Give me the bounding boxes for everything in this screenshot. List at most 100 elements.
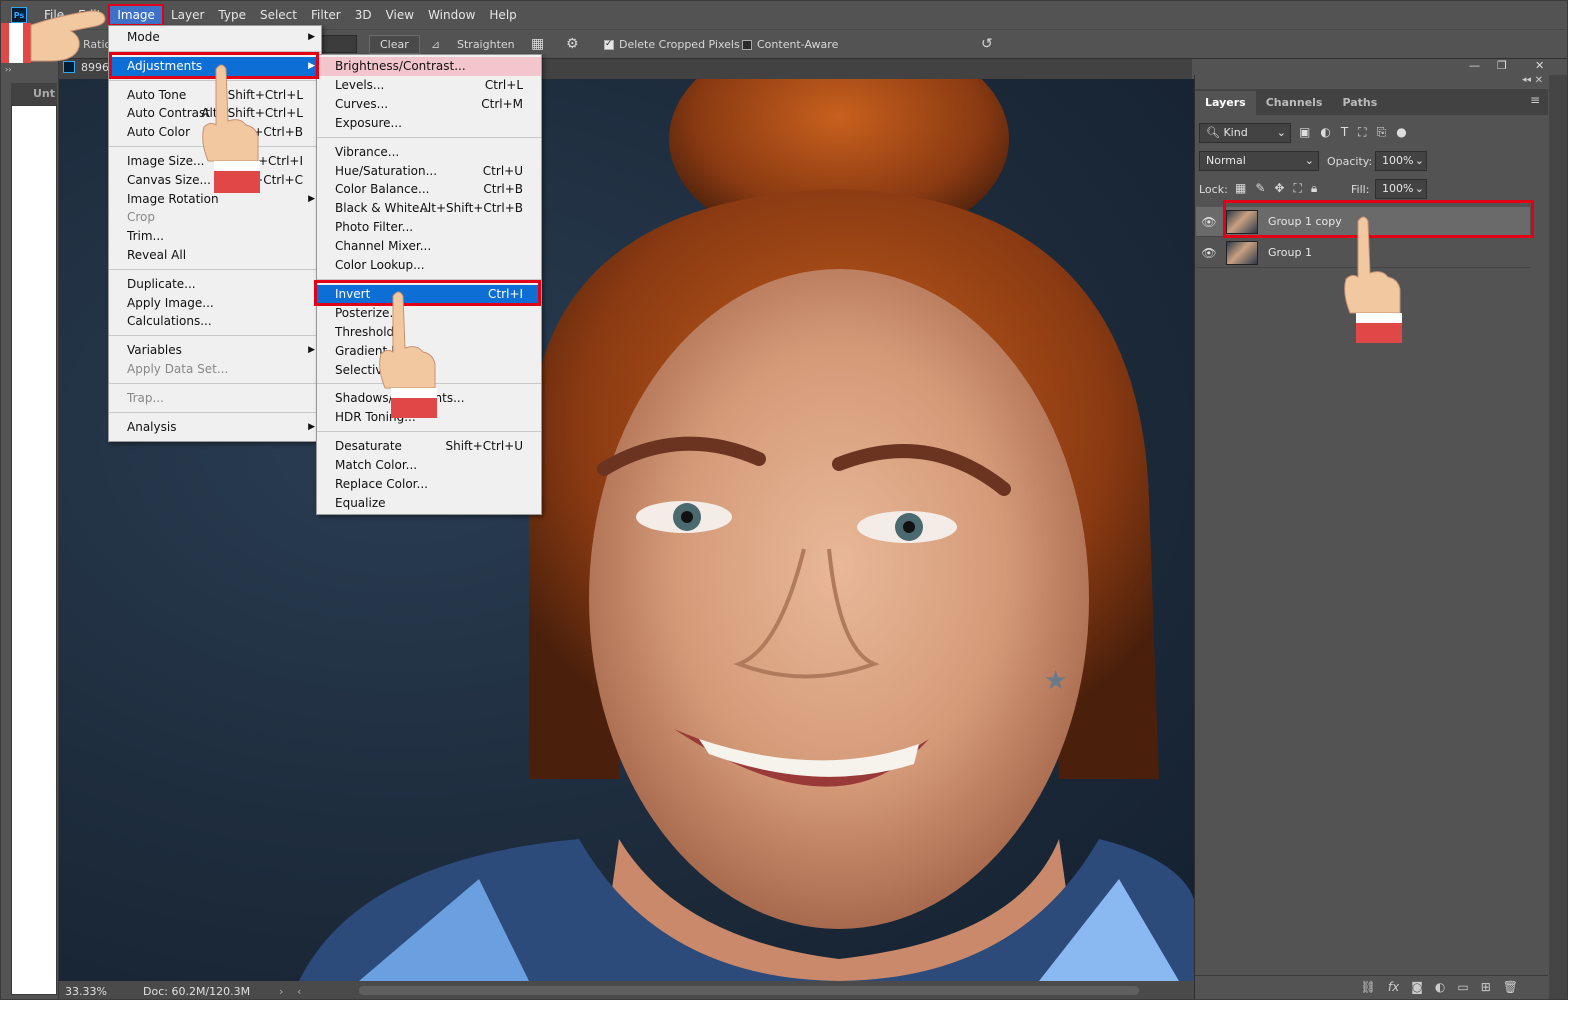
- menu-item-analysis[interactable]: Analysis ▶: [109, 418, 321, 437]
- opacity-value: 100%: [1382, 154, 1414, 167]
- tab-paths[interactable]: Paths: [1332, 91, 1387, 115]
- lock-transparent-icon[interactable]: ▦: [1235, 181, 1246, 196]
- fill-field[interactable]: 100% ⌄: [1375, 179, 1427, 199]
- filter-shape-icon[interactable]: ⛶: [1358, 125, 1366, 140]
- grid-overlay-icon[interactable]: ▦: [531, 36, 544, 52]
- menu-3d[interactable]: 3D: [348, 4, 379, 26]
- menu-filter[interactable]: Filter: [304, 4, 348, 26]
- menu-item-levels[interactable]: Levels... Ctrl+L: [317, 76, 541, 95]
- menu-item-label: Analysis: [127, 419, 177, 434]
- status-arrow-icon[interactable]: ›: [279, 985, 283, 998]
- visibility-eye-icon[interactable]: 👁︎: [1196, 215, 1222, 229]
- menu-view[interactable]: View: [379, 4, 421, 26]
- menu-select[interactable]: Select: [253, 4, 304, 26]
- menu-item-label: Channel Mixer...: [335, 239, 432, 254]
- lock-artboard-icon[interactable]: ⛶: [1293, 181, 1301, 196]
- menu-item-color-lookup[interactable]: Color Lookup...: [317, 256, 541, 275]
- pointing-hand-icon: [379, 291, 437, 418]
- vertical-scrollbar[interactable]: [1549, 75, 1567, 999]
- clear-button[interactable]: Clear: [369, 34, 420, 54]
- menu-item-equalize[interactable]: Equalize: [317, 494, 541, 513]
- menu-item-apply-image[interactable]: Apply Image...: [109, 294, 321, 313]
- layer-thumbnail: [1226, 240, 1258, 265]
- menu-help[interactable]: Help: [482, 4, 523, 26]
- fill-label: Fill:: [1351, 183, 1370, 196]
- menu-item-variables[interactable]: Variables ▶: [109, 341, 321, 360]
- collapse-icon[interactable]: ◂◂: [1522, 75, 1531, 85]
- menu-item-trim[interactable]: Trim...: [109, 227, 321, 246]
- lock-all-icon[interactable]: 🔒︎: [1311, 181, 1317, 196]
- menu-item-label: Equalize: [335, 495, 386, 510]
- menu-item-desaturate[interactable]: Desaturate Shift+Ctrl+U: [317, 437, 541, 456]
- filter-type-icon[interactable]: T: [1341, 125, 1348, 140]
- filter-pixel-icon[interactable]: ▣: [1299, 125, 1310, 140]
- tab-channels[interactable]: Channels: [1256, 91, 1333, 115]
- menu-item-black-white[interactable]: Black & White... Alt+Shift+Ctrl+B: [317, 199, 541, 218]
- menu-item-label: Color Balance...: [335, 182, 430, 197]
- fx-icon[interactable]: fx: [1388, 980, 1399, 994]
- visibility-eye-icon[interactable]: 👁︎: [1196, 246, 1222, 260]
- menu-item-photo-filter[interactable]: Photo Filter...: [317, 218, 541, 237]
- menu-item-curves[interactable]: Curves... Ctrl+M: [317, 95, 541, 114]
- filter-kind-dropdown[interactable]: 🔍︎ Kind ⌄: [1199, 123, 1291, 143]
- delete-cropped-checkbox[interactable]: Delete Cropped Pixels: [604, 38, 740, 51]
- trash-icon[interactable]: 🗑︎: [1503, 980, 1518, 994]
- folder-icon[interactable]: ▭: [1457, 980, 1468, 994]
- lock-move-icon[interactable]: ✥: [1274, 181, 1284, 196]
- menu-layer[interactable]: Layer: [164, 4, 211, 26]
- menu-shortcut: Ctrl+M: [481, 96, 523, 111]
- panel-close-icon[interactable]: ✕: [1535, 75, 1543, 86]
- menu-item-calculations[interactable]: Calculations...: [109, 312, 321, 331]
- close-icon[interactable]: ✕: [1535, 59, 1544, 72]
- new-layer-icon[interactable]: ⊞: [1481, 980, 1491, 994]
- link-icon[interactable]: ⛓: [1361, 980, 1376, 994]
- submenu-arrow-icon: ▶: [308, 421, 315, 432]
- menu-item-duplicate[interactable]: Duplicate...: [109, 275, 321, 294]
- menu-shortcut: Alt+Shift+Ctrl+B: [419, 201, 523, 216]
- adjustment-icon[interactable]: ◐: [1435, 980, 1445, 994]
- menu-item-vibrance[interactable]: Vibrance...: [317, 143, 541, 162]
- menu-item-mode[interactable]: Mode ▶: [109, 28, 321, 47]
- straighten-icon[interactable]: ⊿: [431, 38, 440, 51]
- menu-item-brightness-contrast[interactable]: Brightness/Contrast...: [317, 57, 541, 76]
- menu-item-label: Apply Data Set...: [127, 362, 229, 376]
- menu-type[interactable]: Type: [211, 4, 253, 26]
- opacity-field[interactable]: 100% ⌄: [1375, 151, 1427, 171]
- scroll-left-icon[interactable]: ‹: [297, 985, 301, 998]
- restore-icon[interactable]: ❐: [1497, 59, 1507, 72]
- layer-name[interactable]: Group 1: [1268, 246, 1312, 259]
- menu-item-channel-mixer[interactable]: Channel Mixer...: [317, 237, 541, 256]
- menu-image[interactable]: Image: [108, 4, 164, 26]
- blend-mode-dropdown[interactable]: Normal ⌄: [1199, 151, 1319, 171]
- menu-item-match-color[interactable]: Match Color...: [317, 456, 541, 475]
- mask-icon[interactable]: ◙: [1411, 980, 1423, 994]
- lock-label: Lock:: [1199, 183, 1228, 196]
- pointing-hand-icon: [202, 64, 260, 193]
- menu-item-replace-color[interactable]: Replace Color...: [317, 475, 541, 494]
- menu-item-label: Match Color...: [335, 458, 418, 473]
- filter-toggle-icon[interactable]: ●: [1396, 125, 1406, 140]
- menu-window[interactable]: Window: [421, 4, 482, 26]
- reset-icon[interactable]: ↺: [981, 36, 993, 52]
- chevron-down-icon: ⌄: [1414, 154, 1424, 167]
- menu-item-hue-saturation[interactable]: Hue/Saturation... Ctrl+U: [317, 162, 541, 181]
- minimize-icon[interactable]: —: [1469, 59, 1480, 72]
- horizontal-scrollbar[interactable]: [359, 986, 1139, 995]
- lock-paint-icon[interactable]: ✎: [1255, 181, 1265, 196]
- straighten-label[interactable]: Straighten: [457, 38, 515, 51]
- menu-item-exposure[interactable]: Exposure...: [317, 114, 541, 133]
- menu-item-label: Apply Image...: [127, 295, 214, 310]
- panel-menu-icon[interactable]: ≡: [1530, 93, 1540, 107]
- blend-mode-value: Normal: [1206, 154, 1246, 167]
- zoom-level[interactable]: 33.33%: [65, 985, 107, 998]
- menu-item-color-balance[interactable]: Color Balance... Ctrl+B: [317, 180, 541, 199]
- pointing-hand-icon: [1, 10, 106, 63]
- tab-layers[interactable]: Layers: [1195, 91, 1256, 115]
- side-doc-tab[interactable]: Unt: [11, 83, 57, 105]
- filter-smart-icon[interactable]: ⎘: [1377, 125, 1387, 140]
- menu-item-label: Vibrance...: [335, 144, 400, 159]
- content-aware-checkbox[interactable]: Content-Aware: [742, 38, 838, 51]
- gear-icon[interactable]: ⚙: [566, 36, 579, 52]
- filter-adjustment-icon[interactable]: ◐: [1320, 125, 1330, 140]
- menu-item-reveal-all[interactable]: Reveal All: [109, 246, 321, 265]
